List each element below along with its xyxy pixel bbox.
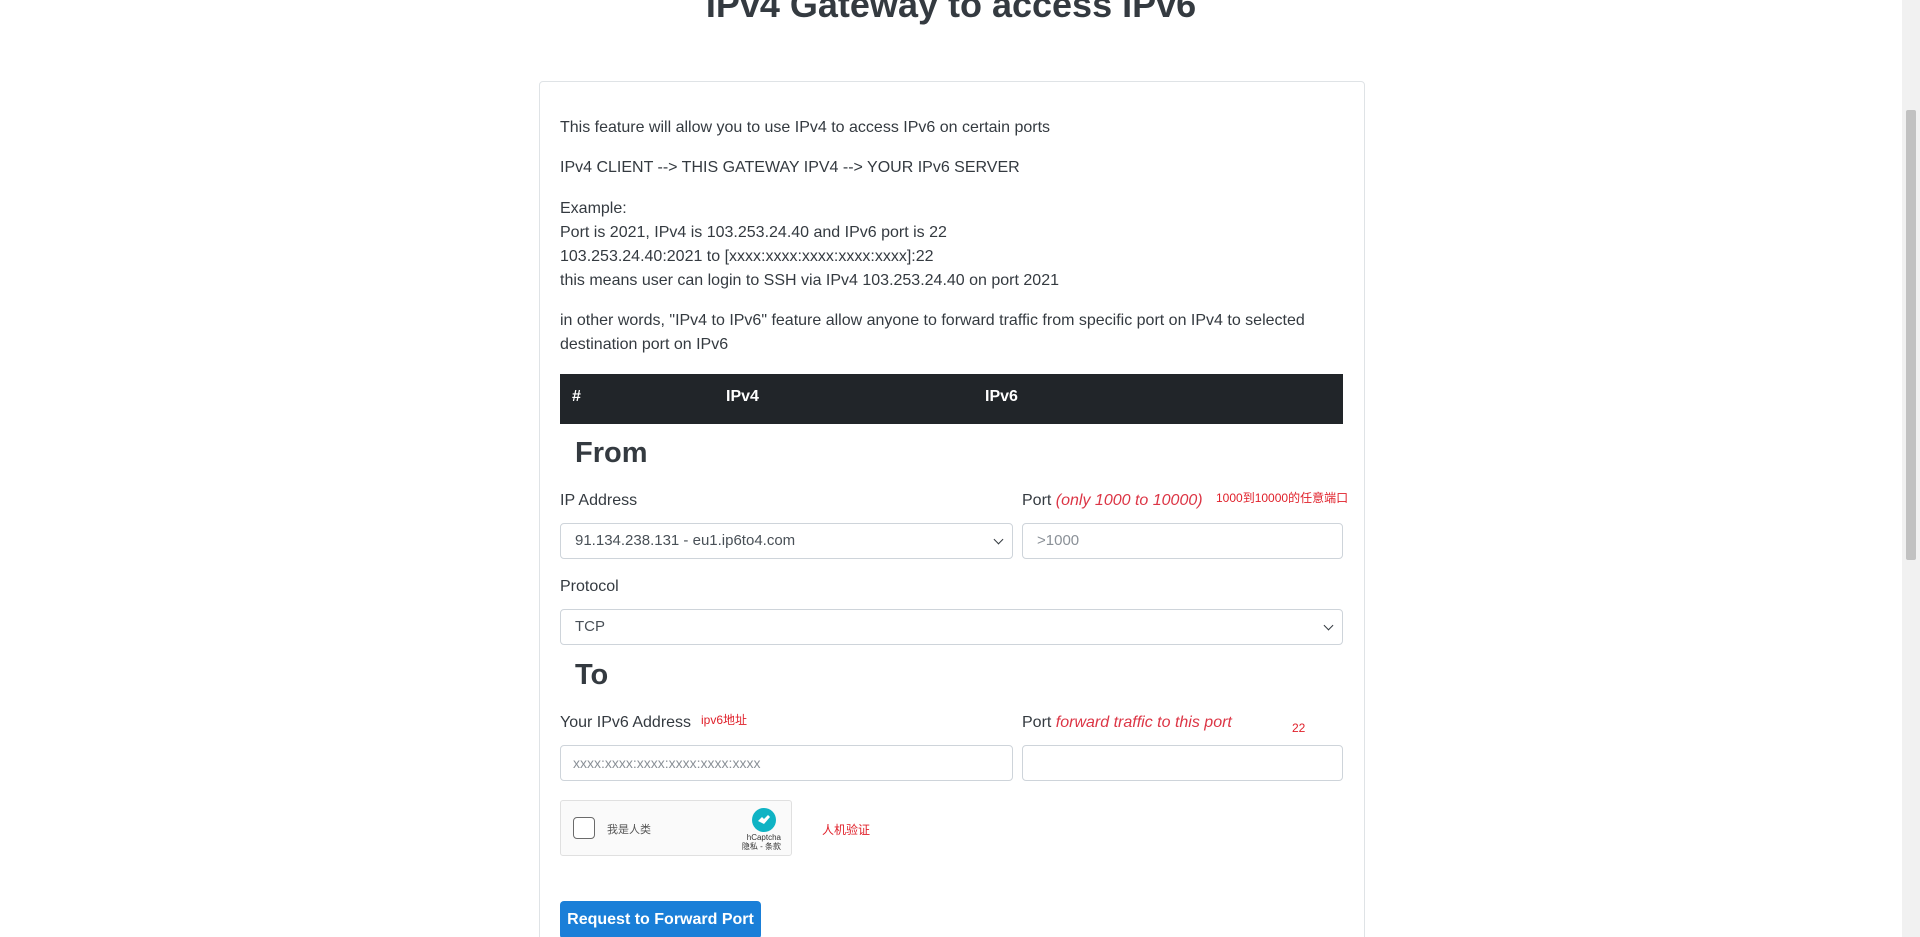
captcha-label: 我是人类 <box>607 824 651 836</box>
example-label: Example: <box>560 200 627 217</box>
table-header-number: # <box>572 388 581 405</box>
protocol-select[interactable]: TCP <box>560 609 1343 645</box>
captcha-links[interactable]: 隐私 - 条款 <box>742 842 781 851</box>
other-words-line-1: in other words, "IPv4 to IPv6" feature a… <box>560 312 1305 329</box>
chevron-down-icon <box>993 534 1004 545</box>
captcha-annotation: 人机验证 <box>822 823 871 837</box>
ip-address-select[interactable]: 91.134.238.131 - eu1.ip6to4.com <box>560 523 1013 559</box>
to-port-label-group: Port forward traffic to this port <box>1022 714 1232 732</box>
intro-line-2: IPv4 CLIENT --> THIS GATEWAY IPV4 --> YO… <box>560 159 1020 176</box>
captcha-brand-block: hCaptcha 隐私 - 条款 <box>742 833 781 851</box>
ipv6-annotation: ipv6地址 <box>701 713 748 727</box>
intro-line-1: This feature will allow you to use IPv4 … <box>560 119 1051 136</box>
other-words-block: in other words, "IPv4 to IPv6" feature a… <box>560 309 1305 357</box>
example-line-3: this means user can login to SSH via IPv… <box>560 272 1059 289</box>
ip-address-selected: 91.134.238.131 - eu1.ip6to4.com <box>575 532 796 549</box>
from-port-annotation: 1000到10000的任意端口 <box>1216 491 1349 505</box>
example-line-2: 103.253.24.40:2021 to [xxxx:xxxx:xxxx:xx… <box>560 248 934 265</box>
ipv6-address-input[interactable]: xxxx:xxxx:xxxx:xxxx:xxxx:xxxx <box>560 745 1013 781</box>
from-port-label: Port <box>1022 492 1052 509</box>
example-block: Example: Port is 2021, IPv4 is 103.253.2… <box>560 197 1059 293</box>
protocol-label: Protocol <box>560 578 619 595</box>
from-port-label-group: Port (only 1000 to 10000) <box>1022 492 1203 510</box>
chevron-down-icon <box>1323 620 1334 631</box>
from-port-hint: (only 1000 to 10000) <box>1055 492 1203 509</box>
to-port-hint: forward traffic to this port <box>1055 714 1232 731</box>
page-title: IPv4 Gateway to access IPv6 <box>705 0 1197 25</box>
example-line-1: Port is 2021, IPv4 is 103.253.24.40 and … <box>560 224 947 241</box>
hcaptcha-logo-icon <box>752 808 776 832</box>
forwards-table-header: # IPv4 IPv6 <box>560 374 1343 424</box>
page: IPv4 Gateway to access IPv6 This feature… <box>0 0 1920 937</box>
from-heading: From <box>575 437 648 469</box>
to-port-label: Port <box>1022 714 1052 731</box>
page-scrollbar[interactable] <box>1902 0 1920 937</box>
hcaptcha-widget: 我是人类 hCaptcha 隐私 - 条款 <box>560 800 792 856</box>
protocol-selected: TCP <box>575 618 605 635</box>
ipv6-address-label: Your IPv6 Address <box>560 714 692 731</box>
captcha-brand: hCaptcha <box>746 833 781 842</box>
from-port-input[interactable]: >1000 <box>1022 523 1343 559</box>
table-header-ipv4: IPv4 <box>726 388 759 405</box>
scrollbar-thumb[interactable] <box>1906 110 1916 560</box>
ip-address-label: IP Address <box>560 492 638 509</box>
to-port-annotation: 22 <box>1292 721 1306 735</box>
table-header-ipv6: IPv6 <box>985 388 1018 405</box>
to-heading: To <box>575 659 609 691</box>
captcha-checkbox[interactable] <box>573 817 595 839</box>
to-port-input[interactable] <box>1022 745 1343 781</box>
request-forward-port-button[interactable]: Request to Forward Port <box>560 901 761 937</box>
other-words-line-2: destination port on IPv6 <box>560 336 729 353</box>
